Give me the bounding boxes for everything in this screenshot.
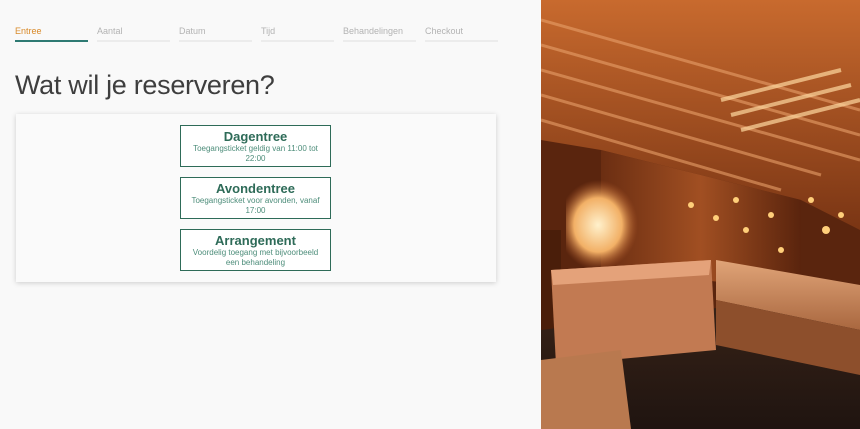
page-title: Wat wil je reserveren? — [15, 70, 275, 100]
option-title: Arrangement — [215, 233, 296, 248]
step-tijd[interactable]: Tijd — [261, 26, 334, 42]
step-entree[interactable]: Entree — [15, 26, 88, 42]
step-navigation: Entree Aantal Datum Tijd Behandelingen C… — [15, 26, 498, 42]
option-title: Dagentree — [223, 129, 288, 144]
sauna-photo — [541, 0, 860, 429]
step-aantal[interactable]: Aantal — [97, 26, 170, 42]
step-datum[interactable]: Datum — [179, 26, 252, 42]
option-description: Toegangsticket voor avonden, vanaf 17:00 — [191, 196, 320, 215]
option-dagentree-button[interactable]: Dagentree Toegangsticket geldig van 11:0… — [180, 125, 331, 167]
options-card: Dagentree Toegangsticket geldig van 11:0… — [16, 114, 496, 282]
booking-panel: Entree Aantal Datum Tijd Behandelingen C… — [0, 0, 541, 429]
option-avondentree-button[interactable]: Avondentree Toegangsticket voor avonden,… — [180, 177, 331, 219]
option-description: Voordelig toegang met bijvoorbeeld een b… — [192, 248, 319, 267]
step-checkout[interactable]: Checkout — [425, 26, 498, 42]
option-description: Toegangsticket geldig van 11:00 tot 22:0… — [193, 144, 318, 163]
step-behandelingen[interactable]: Behandelingen — [343, 26, 416, 42]
option-title: Avondentree — [216, 181, 295, 196]
option-arrangement-button[interactable]: Arrangement Voordelig toegang met bijvoo… — [180, 229, 331, 271]
